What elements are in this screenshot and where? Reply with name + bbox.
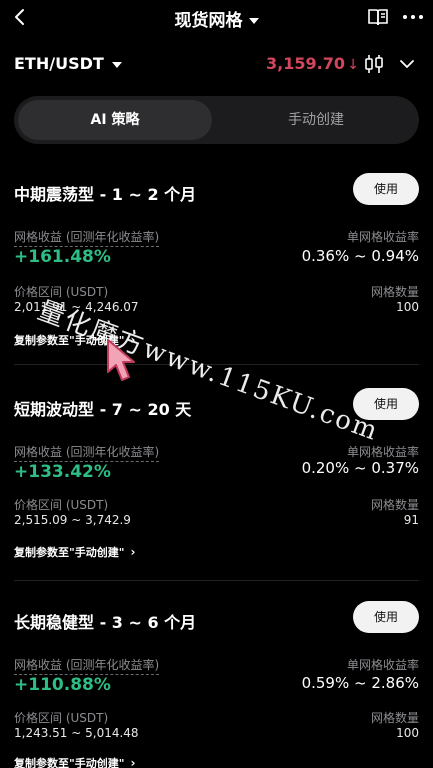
- card-title: 中期震荡型 - 1 ~ 2 个月: [14, 185, 197, 204]
- range-label: 价格区间 (USDT): [14, 498, 109, 512]
- range-value: 2,515.09 ~ 3,742.9: [14, 513, 131, 527]
- tab-manual-create[interactable]: 手动创建: [218, 100, 414, 140]
- count-label: 网格数量: [370, 285, 419, 299]
- copy-params-label: 复制参数至"手动创建": [14, 757, 125, 768]
- divider: [14, 364, 419, 365]
- use-button[interactable]: 使用: [353, 601, 419, 633]
- rate-label: 单网格收益率: [346, 445, 419, 459]
- count-label: 网格数量: [370, 711, 419, 725]
- return-label: 网格收益 (回测年化收益率): [14, 443, 160, 462]
- chevron-right-icon: ›: [130, 756, 136, 768]
- caret-down-icon: [248, 18, 259, 24]
- rate-label: 单网格收益率: [346, 230, 419, 244]
- book-icon[interactable]: [367, 7, 389, 27]
- copy-params-link[interactable]: 复制参数至"手动创建" ›: [14, 544, 135, 560]
- cursor-icon: [107, 339, 135, 381]
- tab-ai-strategy[interactable]: AI 策略: [18, 100, 212, 140]
- return-value: +133.42%: [14, 462, 111, 482]
- rate-value: 0.59% ~ 2.86%: [301, 674, 419, 692]
- strategy-tabs: AI 策略 手动创建: [14, 96, 419, 144]
- chevron-right-icon: ›: [130, 545, 136, 559]
- use-button[interactable]: 使用: [353, 388, 419, 420]
- candlestick-icon[interactable]: [363, 52, 385, 76]
- count-value: 100: [396, 726, 419, 740]
- card-title: 长期稳健型 - 3 ~ 6 个月: [14, 613, 197, 632]
- use-button[interactable]: 使用: [353, 173, 419, 205]
- chevron-down-icon[interactable]: [399, 56, 415, 72]
- return-value: +110.88%: [14, 675, 111, 695]
- card-title: 短期波动型 - 7 ~ 20 天: [14, 400, 192, 419]
- price-down-arrow: ↓: [347, 57, 359, 73]
- copy-params-label: 复制参数至"手动创建": [14, 546, 125, 559]
- rate-label: 单网格收益率: [346, 658, 419, 672]
- range-label: 价格区间 (USDT): [14, 711, 109, 725]
- pair-selector[interactable]: ETH/USDT: [14, 54, 122, 73]
- return-label: 网格收益 (回测年化收益率): [14, 228, 160, 247]
- range-value: 1,243.51 ~ 5,014.48: [14, 726, 139, 740]
- rate-value: 0.20% ~ 0.37%: [301, 459, 419, 477]
- count-value: 100: [396, 300, 419, 314]
- top-bar: 现货网格: [0, 0, 433, 36]
- pair-name: ETH/USDT: [14, 54, 104, 73]
- caret-down-icon: [111, 61, 122, 68]
- count-label: 网格数量: [370, 498, 419, 512]
- more-dots-icon[interactable]: [401, 8, 425, 26]
- page-title: 现货网格: [174, 11, 243, 31]
- count-value: 91: [403, 513, 419, 527]
- range-value: 2,011.91 ~ 4,246.07: [14, 300, 139, 314]
- return-value: +161.48%: [14, 247, 111, 267]
- return-label: 网格收益 (回测年化收益率): [14, 656, 160, 675]
- pair-bar: ETH/USDT 3,159.70 ↓: [0, 48, 433, 82]
- range-label: 价格区间 (USDT): [14, 285, 109, 299]
- divider: [14, 580, 419, 581]
- rate-value: 0.36% ~ 0.94%: [301, 247, 419, 265]
- copy-params-link[interactable]: 复制参数至"手动创建" ›: [14, 755, 135, 768]
- last-price: 3,159.70: [266, 54, 345, 73]
